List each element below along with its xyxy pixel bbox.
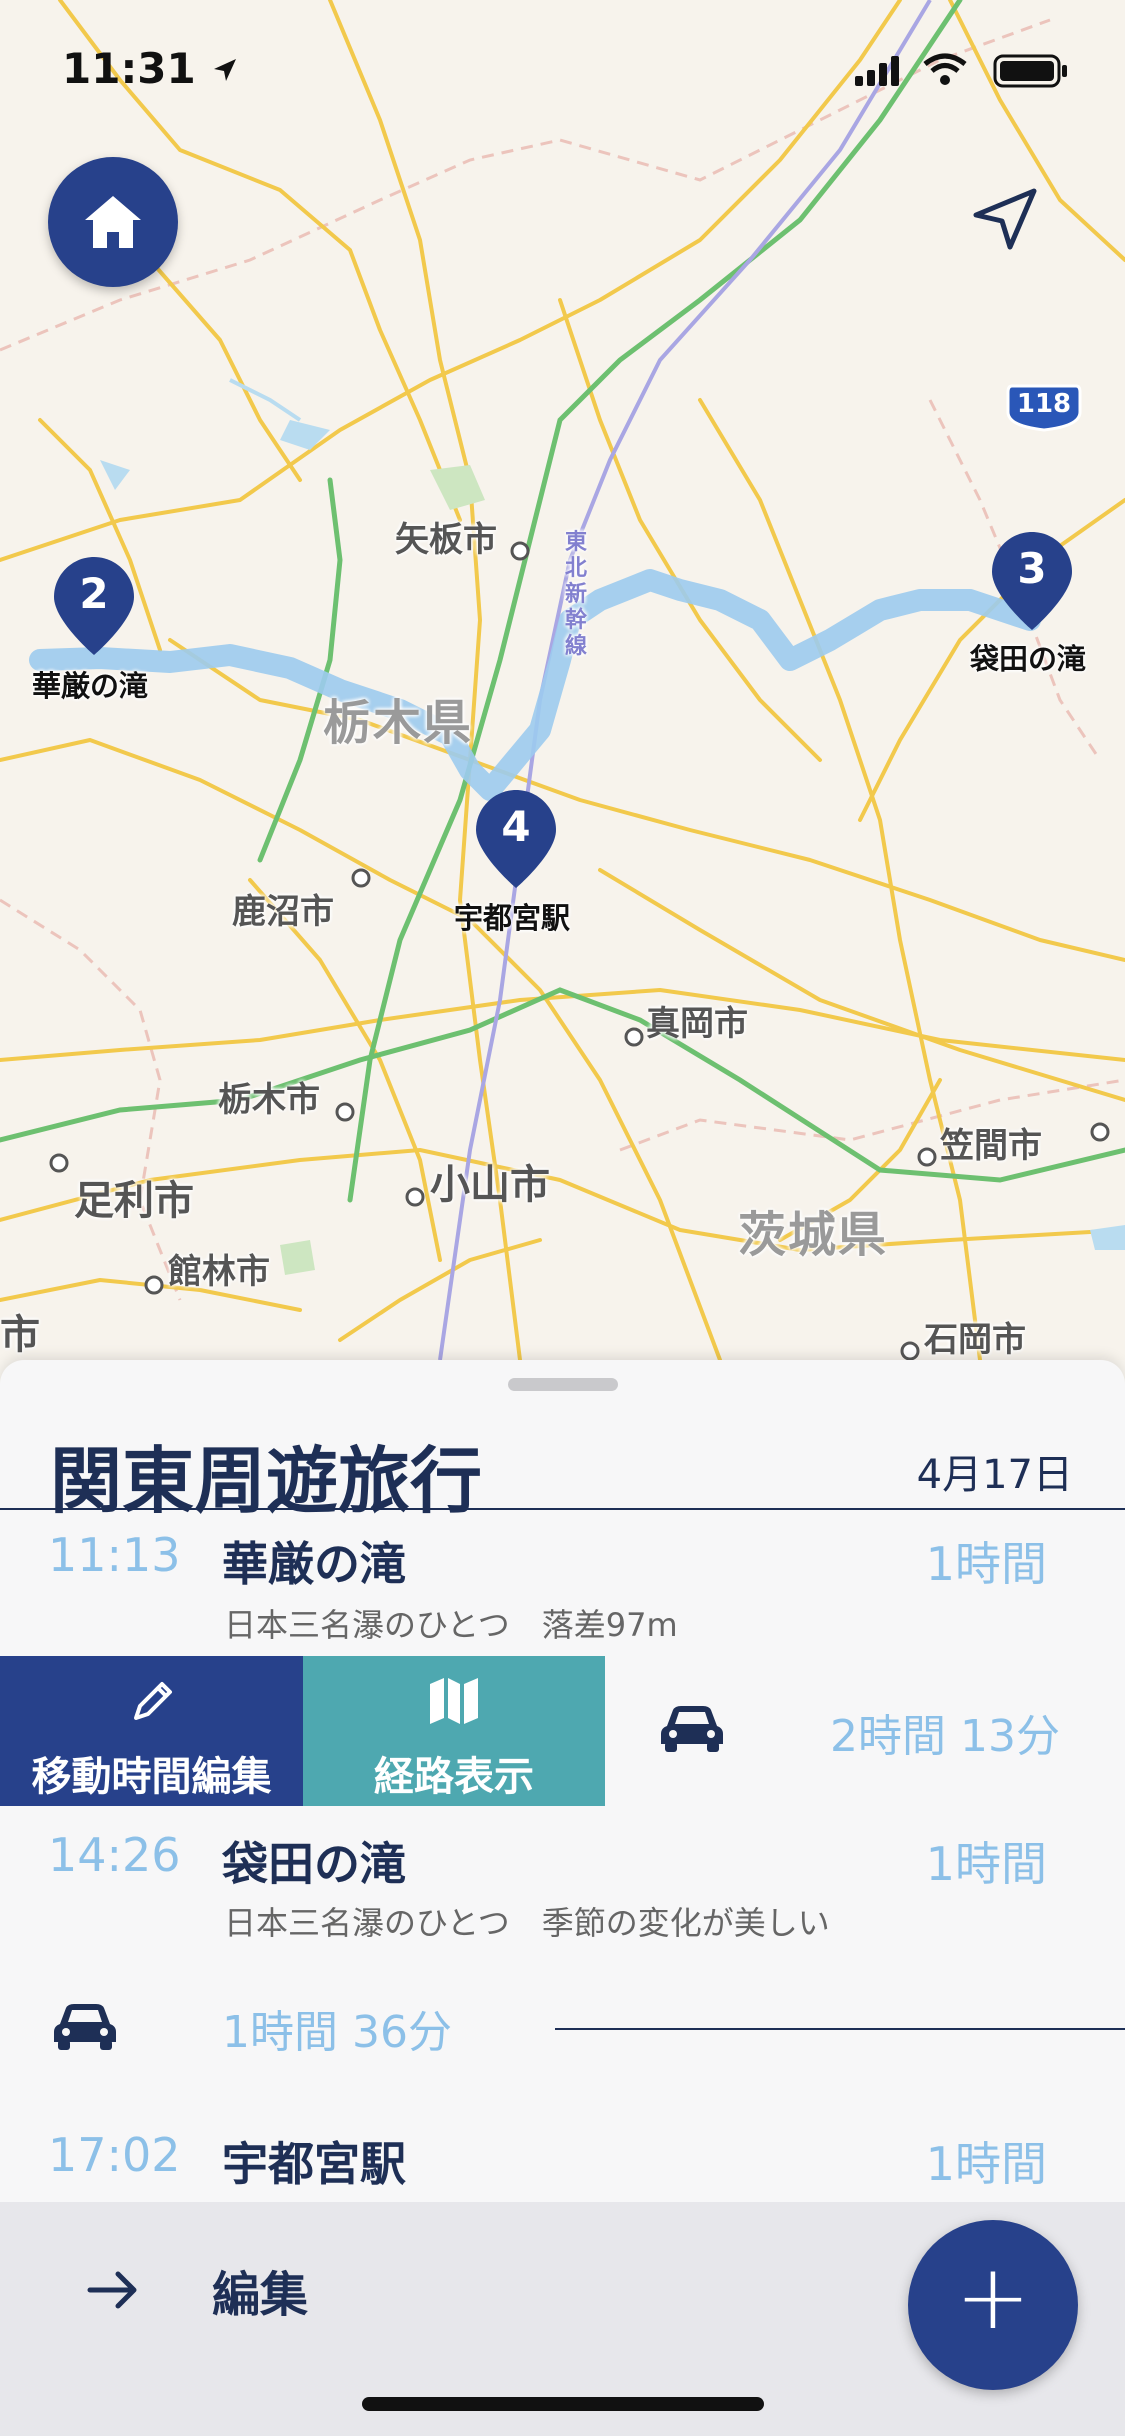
plus-icon: +: [955, 2245, 1031, 2350]
travel-divider: [555, 2028, 1125, 2030]
car-icon: [54, 2004, 116, 2050]
route-118-badge: 118: [1006, 382, 1082, 432]
stop-time: 11:13: [48, 1528, 181, 1582]
status-time-text: 11:31: [62, 44, 196, 93]
pin-number: 3: [1017, 544, 1047, 593]
prefecture-label-tochigi: 栃木県: [323, 695, 474, 751]
car-icon: [661, 1706, 723, 1752]
home-indicator: [362, 2397, 764, 2411]
prefecture-label-ibaraki: 茨城県: [738, 1207, 889, 1263]
city-label-kanuma: 鹿沼市: [232, 892, 334, 932]
signal-wifi-battery-icon: [855, 53, 1067, 88]
stop-place: 華厳の滝: [222, 1537, 406, 1591]
itinerary-sheet[interactable]: 関東周遊旅行 4月17日 11:13 華厳の滝 1時間 日本三名瀑のひとつ 落差…: [0, 1360, 1125, 2436]
status-time: 11:31: [62, 44, 240, 93]
sheet-grabber[interactable]: [508, 1378, 618, 1391]
city-label-oyama: 小山市: [430, 1162, 550, 1208]
arrow-right-icon[interactable]: [86, 2270, 140, 2310]
city-label-yaita: 矢板市: [395, 520, 497, 560]
travel-time: 2時間 13分: [830, 1711, 1060, 1762]
stop-time: 14:26: [48, 1828, 181, 1882]
show-route-button[interactable]: 経路表示: [303, 1656, 605, 1806]
edit-travel-time-label: 移動時間編集: [31, 1754, 272, 1800]
stop-place: 宇都宮駅: [222, 2137, 406, 2191]
route-number: 118: [1016, 389, 1072, 419]
city-label-moka: 真岡市: [646, 1004, 748, 1044]
trip-title: 関東周遊旅行: [50, 1439, 483, 1523]
city-label-kasama: 笠間市: [940, 1126, 1042, 1166]
add-stop-button[interactable]: +: [908, 2220, 1078, 2390]
pin-label-utsunomiya: 宇都宮駅: [454, 901, 571, 935]
city-label-ishioka: 石岡市: [924, 1320, 1026, 1360]
pin-label-kegon: 華厳の滝: [32, 669, 149, 703]
title-divider: [0, 1508, 1125, 1510]
stop-place: 袋田の滝: [222, 1837, 406, 1891]
edit-travel-time-button[interactable]: 移動時間編集: [0, 1656, 303, 1806]
travel-row-2[interactable]: 1時間 36分: [0, 2000, 1125, 2070]
pencil-icon: [133, 1682, 172, 1720]
city-label-partial: 市: [0, 1312, 40, 1358]
trip-date: 4月17日: [916, 1452, 1073, 1498]
status-icons: [855, 50, 1075, 90]
stop-time: 17:02: [48, 2128, 181, 2182]
stop-description: 日本三名瀑のひとつ 落差97m: [224, 1606, 678, 1644]
map-pin-4[interactable]: 4: [474, 788, 558, 892]
edit-button[interactable]: 編集: [212, 2255, 308, 2325]
current-location-button[interactable]: [970, 185, 1040, 255]
map-icon: [430, 1678, 478, 1724]
stop-duration: 1時間: [925, 1837, 1047, 1891]
pin-label-fukuroda: 袋田の滝: [970, 642, 1087, 676]
map-pin-2[interactable]: 2: [52, 555, 136, 659]
rail-label-tohoku-shinkansen: 東北新幹線: [565, 530, 588, 659]
pin-number: 4: [501, 802, 531, 851]
stop-duration: 1時間: [925, 2137, 1047, 2191]
home-button[interactable]: [48, 157, 178, 287]
city-label-tochigi: 栃木市: [218, 1080, 320, 1120]
show-route-label: 経路表示: [374, 1754, 534, 1800]
map-pin-3[interactable]: 3: [990, 530, 1074, 634]
stop-description: 日本三名瀑のひとつ 季節の変化が美しい: [224, 1904, 830, 1942]
stop-duration: 1時間: [925, 1537, 1047, 1591]
location-services-icon: [214, 59, 237, 81]
city-label-ashikaga: 足利市: [74, 1178, 194, 1224]
home-icon: [85, 196, 141, 248]
travel-row-1[interactable]: 移動時間編集 経路表示 2時間 13分: [0, 1656, 1125, 1806]
travel-time: 1時間 36分: [222, 2007, 452, 2058]
location-arrow-icon: [973, 188, 1037, 250]
pin-number: 2: [79, 569, 109, 618]
city-label-tatebayashi: 館林市: [168, 1252, 270, 1292]
